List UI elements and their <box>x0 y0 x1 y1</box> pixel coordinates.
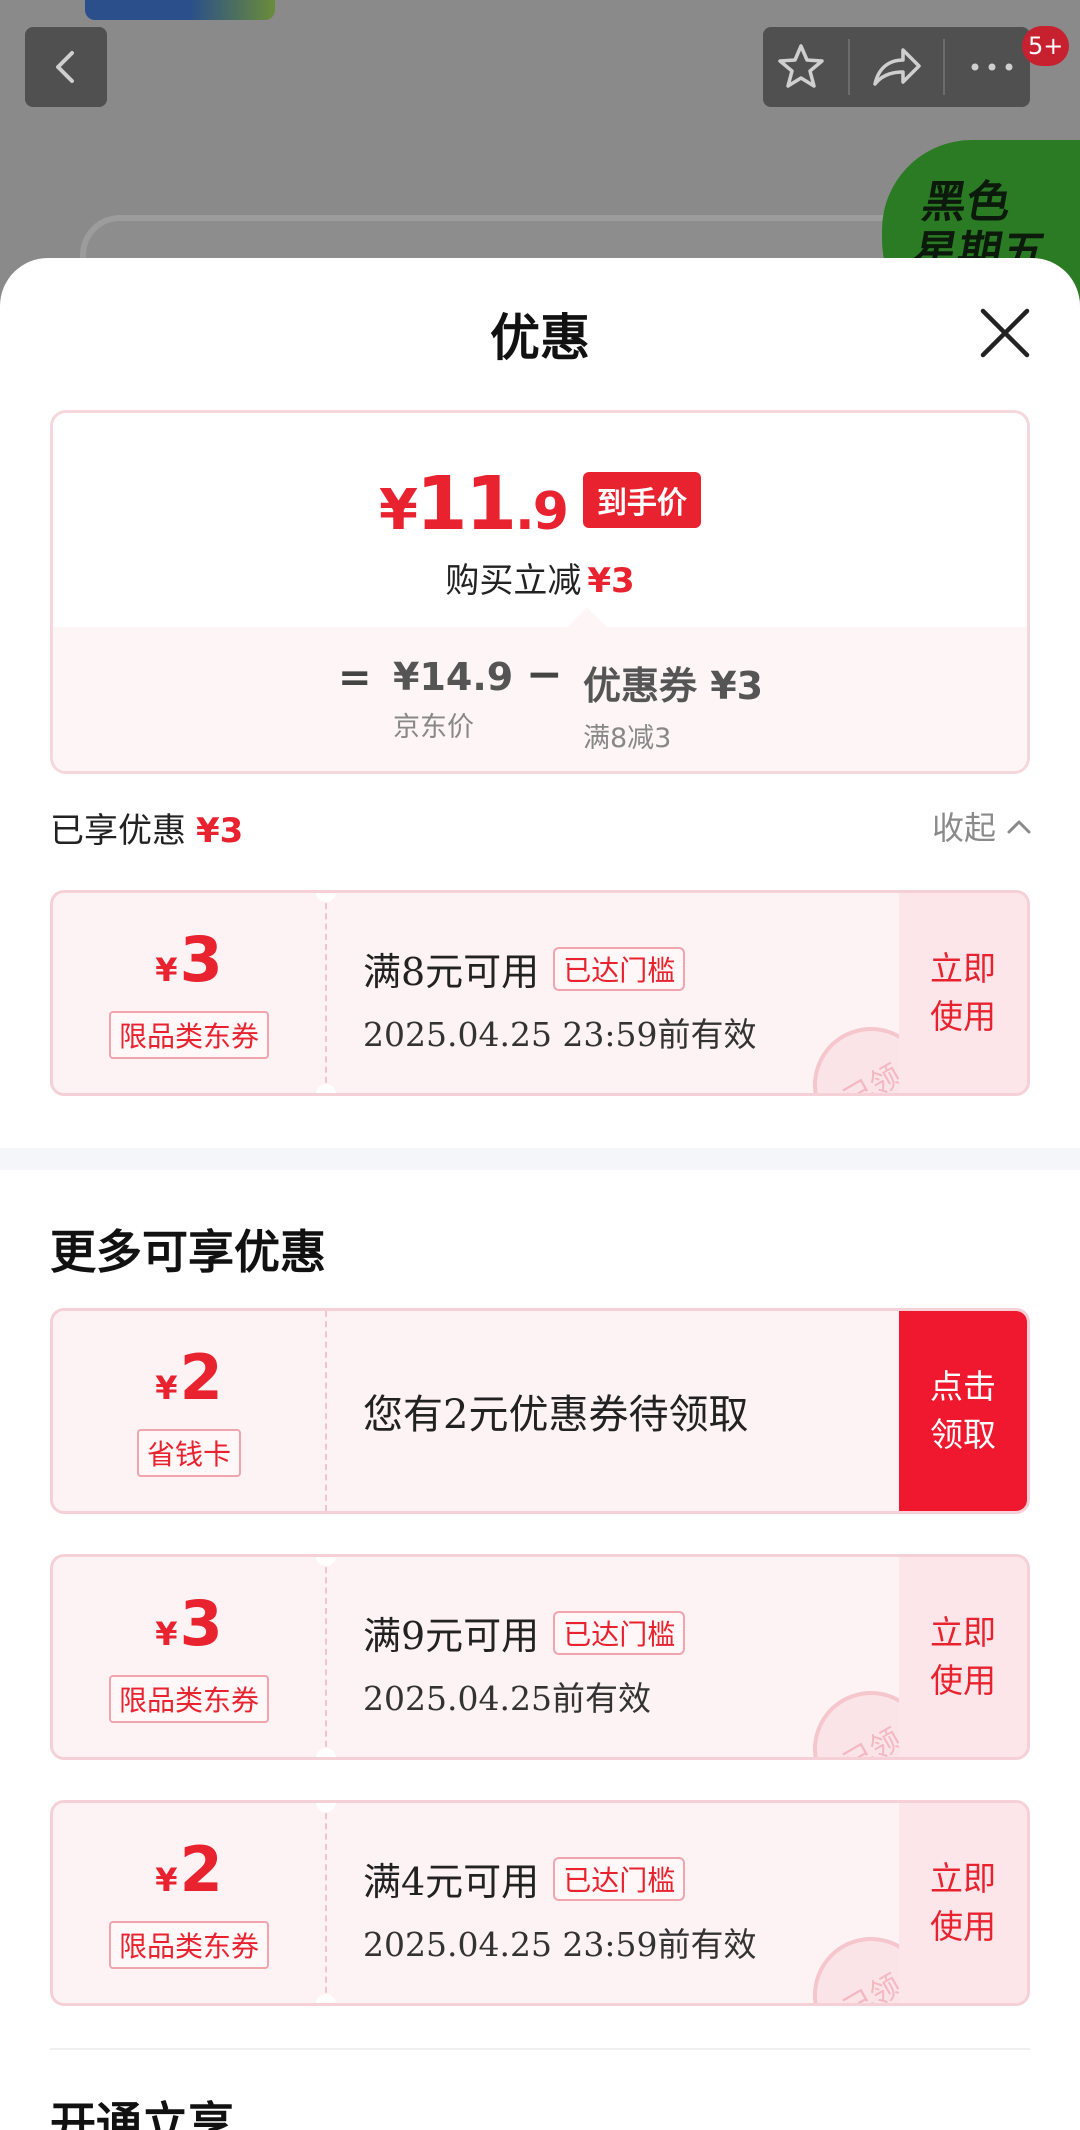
final-price-section: ¥11.9 到手价 购买立减 ¥3 <box>53 413 1027 627</box>
coupon-type-tag: 省钱卡 <box>136 1429 241 1477</box>
coupon-card: ¥2 限品类东券 满4元可用 已达门槛 2025.04.25 23:59前有效 已… <box>50 1800 1030 2006</box>
coupon-value-section: ¥3 限品类东券 <box>53 1557 325 1757</box>
threshold-reached-tag: 已达门槛 <box>553 946 686 991</box>
coupon-validity: 2025.04.25前有效 <box>363 1679 651 1718</box>
coupon-amount: ¥2 <box>155 1341 223 1414</box>
applied-coupon-card: ¥3 限品类东券 满8元可用 已达门槛 2025.04.25 23:59前有效 已… <box>50 890 1030 1096</box>
share-arrow-icon <box>873 48 922 86</box>
jd-price-label: 京东价 <box>393 712 474 743</box>
coupon-card: ¥3 限品类东券 满9元可用 已达门槛 2025.04.25前有效 已领 立即 使… <box>50 1554 1030 1760</box>
claim-button[interactable]: 点击 领取 <box>899 1311 1027 1511</box>
share-button[interactable] <box>866 37 926 97</box>
chevron-up-icon <box>1007 820 1031 834</box>
close-icon <box>980 308 1030 358</box>
coupon-divider <box>325 1557 327 1757</box>
coupon-divider <box>325 893 327 1093</box>
coupon-amount: ¥3 <box>155 923 223 996</box>
open-membership-title: 开通立享 <box>50 2097 234 2130</box>
price-breakdown: = ¥14.9 京东价 − 优惠券 ¥3 满8减3 <box>53 607 1027 771</box>
use-now-button[interactable]: 立即 使用 <box>899 1803 1027 2003</box>
jd-price-value: ¥14.9 <box>393 655 514 699</box>
chevron-left-icon <box>56 51 74 83</box>
threshold-reached-tag: 已达门槛 <box>553 1856 686 1901</box>
coupon-discount-value: 优惠券 ¥3 <box>583 664 764 708</box>
brand-logo <box>85 0 275 20</box>
favorite-button[interactable] <box>771 37 831 97</box>
use-now-button[interactable]: 立即 使用 <box>899 1557 1027 1757</box>
coupon-condition: 满4元可用 <box>363 1860 540 1904</box>
use-now-button[interactable]: 立即 使用 <box>899 893 1027 1093</box>
collapse-button[interactable]: 收起 <box>932 803 1032 849</box>
jd-price-column: ¥14.9 京东价 <box>393 655 513 744</box>
more-offers-title: 更多可享优惠 <box>50 1225 326 1279</box>
more-dots-icon <box>971 63 1013 71</box>
cart-count-badge: 5+ <box>1022 26 1070 66</box>
coupon-condition: 满8元可用 <box>363 950 540 994</box>
instant-discount: 购买立减 ¥3 <box>445 561 635 601</box>
coupon-divider <box>325 1311 327 1511</box>
coupon-type-tag: 限品类东券 <box>108 1921 269 1969</box>
coupon-details: 满8元可用 已达门槛 2025.04.25 23:59前有效 <box>363 941 897 1056</box>
coupon-value-section: ¥2 限品类东券 <box>53 1803 325 2003</box>
price-summary-card: ¥11.9 到手价 购买立减 ¥3 = ¥14.9 京东价 − 优惠券 ¥3 满8… <box>50 410 1030 774</box>
coupon-condition: 满9元可用 <box>363 1614 540 1658</box>
savings-card-coupon: ¥2 省钱卡 您有2元优惠券待领取 点击 领取 <box>50 1308 1030 1514</box>
coupon-details: 满4元可用 已达门槛 2025.04.25 23:59前有效 <box>363 1851 897 1966</box>
back-button[interactable] <box>25 27 107 107</box>
more-button[interactable] <box>962 37 1022 97</box>
section-separator <box>0 1148 1080 1170</box>
coupon-discount-column: 优惠券 ¥3 满8减3 <box>583 655 763 755</box>
coupon-validity: 2025.04.25 23:59前有效 <box>363 1925 757 1964</box>
coupon-notch <box>316 1084 336 1093</box>
coupon-details: 满9元可用 已达门槛 2025.04.25前有效 <box>363 1605 897 1720</box>
final-price-tag: 到手价 <box>582 472 701 528</box>
threshold-reached-tag: 已达门槛 <box>553 1610 686 1655</box>
equals-sign: = <box>338 655 372 701</box>
close-button[interactable] <box>975 303 1035 363</box>
final-price: ¥11.9 <box>379 461 569 547</box>
enjoyed-discount: 已享优惠 ¥3 <box>50 811 244 851</box>
minus-sign: − <box>526 649 563 700</box>
star-icon <box>778 44 825 88</box>
discount-sheet: 优惠 ¥11.9 到手价 购买立减 ¥3 = ¥14.9 京东价 − 优惠券 ¥3… <box>0 258 1080 2130</box>
coupon-pending-text: 您有2元优惠券待领取 <box>363 1392 749 1438</box>
top-action-group <box>763 27 1030 107</box>
coupon-validity: 2025.04.25 23:59前有效 <box>363 1015 757 1054</box>
coupon-type-tag: 限品类东券 <box>108 1011 269 1059</box>
coupon-amount: ¥3 <box>155 1587 223 1660</box>
coupon-notch <box>316 1748 336 1757</box>
coupon-value-section: ¥2 省钱卡 <box>53 1311 325 1511</box>
coupon-amount: ¥2 <box>155 1833 223 1906</box>
nav-separator <box>943 39 946 95</box>
nav-separator <box>847 39 850 95</box>
coupon-divider <box>325 1803 327 2003</box>
collapse-label: 收起 <box>931 809 996 847</box>
coupon-rule-label: 满8减3 <box>583 723 672 754</box>
coupon-notch <box>316 1994 336 2003</box>
sheet-title: 优惠 <box>490 308 590 367</box>
section-divider <box>50 2048 1030 2050</box>
coupon-value-section: ¥3 限品类东券 <box>53 893 325 1093</box>
coupon-type-tag: 限品类东券 <box>108 1675 269 1723</box>
